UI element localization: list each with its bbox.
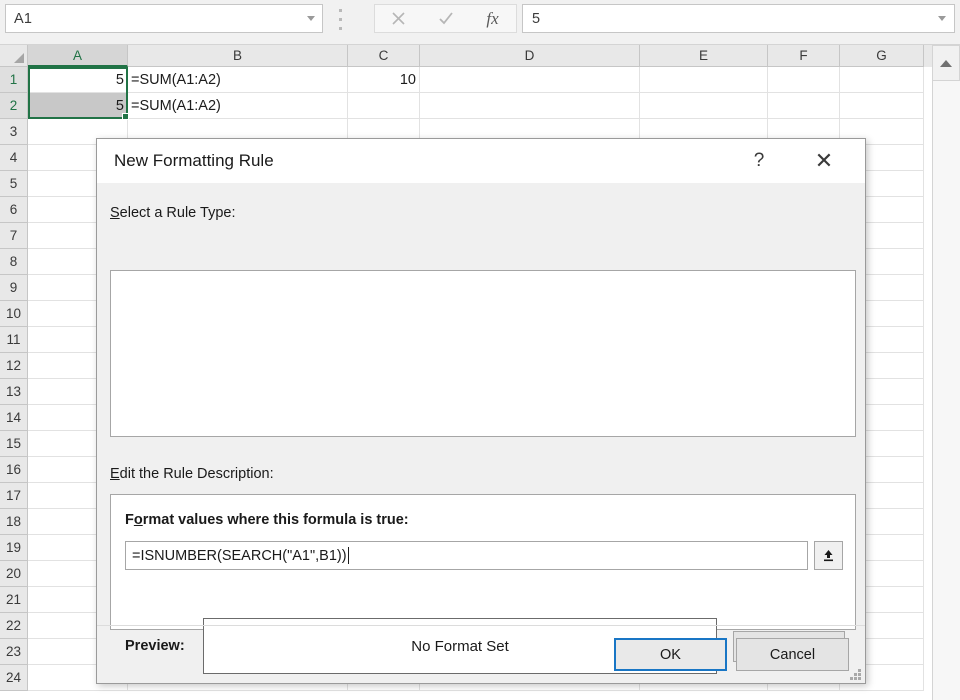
row-header-7[interactable]: 7 bbox=[0, 223, 28, 249]
grid-row: 5 =SUM(A1:A2) 10 bbox=[28, 67, 932, 93]
column-header-d[interactable]: D bbox=[420, 45, 640, 67]
chevron-down-icon[interactable] bbox=[300, 5, 322, 32]
name-box[interactable]: A1 bbox=[5, 4, 323, 33]
row-header-11[interactable]: 11 bbox=[0, 327, 28, 353]
collapse-dialog-icon[interactable] bbox=[814, 541, 843, 570]
cell-F2[interactable] bbox=[768, 93, 840, 119]
formula-bar-strip: A1 fx 5 bbox=[0, 0, 960, 45]
cancel-button[interactable]: Cancel bbox=[736, 638, 849, 671]
row-headers: 1 2 3 4 5 6 7 8 9 10 11 12 13 14 15 16 17 18 19 20 21 22 23 24 bbox=[0, 67, 28, 691]
row-header-9[interactable]: 9 bbox=[0, 275, 28, 301]
cell-A1[interactable]: 5 bbox=[28, 67, 128, 93]
cell-D2[interactable] bbox=[420, 93, 640, 119]
select-rule-type-label: Select a Rule Type: bbox=[110, 205, 236, 221]
column-header-c[interactable]: C bbox=[348, 45, 420, 67]
row-header-21[interactable]: 21 bbox=[0, 587, 28, 613]
formula-bar-drag-handle[interactable] bbox=[336, 9, 344, 30]
resize-grip-icon[interactable] bbox=[849, 669, 862, 682]
row-header-20[interactable]: 20 bbox=[0, 561, 28, 587]
rule-description-panel: Format values where this formula is true… bbox=[110, 494, 856, 674]
row-header-2[interactable]: 2 bbox=[0, 93, 28, 119]
row-header-16[interactable]: 16 bbox=[0, 457, 28, 483]
cell-C1[interactable]: 10 bbox=[348, 67, 420, 93]
triangle-up-icon[interactable] bbox=[932, 45, 960, 81]
rule-formula-value: =ISNUMBER(SEARCH("A1",B1)) bbox=[132, 547, 347, 564]
check-icon[interactable] bbox=[422, 5, 469, 32]
formula-bar-buttons: fx bbox=[374, 4, 517, 33]
column-headers: ABCDEFG bbox=[28, 45, 932, 67]
cell-E2[interactable] bbox=[640, 93, 768, 119]
fill-handle[interactable] bbox=[122, 113, 129, 120]
row-header-15[interactable]: 15 bbox=[0, 431, 28, 457]
row-header-8[interactable]: 8 bbox=[0, 249, 28, 275]
formula-input-value: 5 bbox=[532, 10, 541, 27]
row-header-14[interactable]: 14 bbox=[0, 405, 28, 431]
row-header-12[interactable]: 12 bbox=[0, 353, 28, 379]
formula-input[interactable]: 5 bbox=[522, 4, 955, 33]
column-header-g[interactable]: G bbox=[840, 45, 924, 67]
column-header-a[interactable]: A bbox=[28, 45, 128, 67]
row-header-24[interactable]: 24 bbox=[0, 665, 28, 691]
cell-A2[interactable]: 5 bbox=[28, 93, 128, 119]
cell-D1[interactable] bbox=[420, 67, 640, 93]
cell-F1[interactable] bbox=[768, 67, 840, 93]
text-caret bbox=[347, 547, 349, 564]
ok-button[interactable]: OK bbox=[614, 638, 727, 671]
dialog-footer: OK Cancel bbox=[97, 625, 865, 685]
row-header-3[interactable]: 3 bbox=[0, 119, 28, 145]
cell-E1[interactable] bbox=[640, 67, 768, 93]
vertical-scrollbar[interactable] bbox=[932, 81, 960, 700]
help-icon[interactable]: ? bbox=[739, 139, 779, 183]
dialog-titlebar[interactable]: New Formatting Rule ? ✕ bbox=[97, 139, 865, 183]
row-header-13[interactable]: 13 bbox=[0, 379, 28, 405]
cell-B2[interactable]: =SUM(A1:A2) bbox=[128, 93, 348, 119]
row-header-23[interactable]: 23 bbox=[0, 639, 28, 665]
column-header-f[interactable]: F bbox=[768, 45, 840, 67]
formula-field-row: =ISNUMBER(SEARCH("A1",B1)) bbox=[125, 541, 843, 570]
column-header-e[interactable]: E bbox=[640, 45, 768, 67]
row-header-18[interactable]: 18 bbox=[0, 509, 28, 535]
new-formatting-rule-dialog: New Formatting Rule ? ✕ Select a Rule Ty… bbox=[96, 138, 866, 684]
rule-formula-input[interactable]: =ISNUMBER(SEARCH("A1",B1)) bbox=[125, 541, 808, 570]
format-values-formula-label: Format values where this formula is true… bbox=[125, 512, 409, 528]
close-icon[interactable]: ✕ bbox=[801, 139, 847, 183]
name-box-value: A1 bbox=[14, 10, 33, 27]
edit-rule-description-accel: E bbox=[110, 466, 120, 482]
cell-C2[interactable] bbox=[348, 93, 420, 119]
rule-type-list[interactable] bbox=[110, 270, 856, 437]
column-header-b[interactable]: B bbox=[128, 45, 348, 67]
cell-B1[interactable]: =SUM(A1:A2) bbox=[128, 67, 348, 93]
row-header-5[interactable]: 5 bbox=[0, 171, 28, 197]
dialog-body: Select a Rule Type: Edit the Rule Descri… bbox=[97, 183, 865, 685]
cell-G1[interactable] bbox=[840, 67, 924, 93]
select-rule-type-accel: S bbox=[110, 205, 120, 221]
row-header-19[interactable]: 19 bbox=[0, 535, 28, 561]
cell-G2[interactable] bbox=[840, 93, 924, 119]
row-header-10[interactable]: 10 bbox=[0, 301, 28, 327]
x-icon[interactable] bbox=[375, 5, 422, 32]
row-header-17[interactable]: 17 bbox=[0, 483, 28, 509]
row-header-22[interactable]: 22 bbox=[0, 613, 28, 639]
grid-row: 5 =SUM(A1:A2) bbox=[28, 93, 932, 119]
row-header-4[interactable]: 4 bbox=[0, 145, 28, 171]
fx-icon[interactable]: fx bbox=[469, 5, 516, 32]
row-header-1[interactable]: 1 bbox=[0, 67, 28, 93]
select-all-corner[interactable] bbox=[0, 45, 28, 67]
edit-rule-description-label: Edit the Rule Description: bbox=[110, 466, 274, 482]
dialog-title: New Formatting Rule bbox=[114, 151, 274, 170]
chevron-down-icon[interactable] bbox=[930, 5, 954, 32]
row-header-6[interactable]: 6 bbox=[0, 197, 28, 223]
